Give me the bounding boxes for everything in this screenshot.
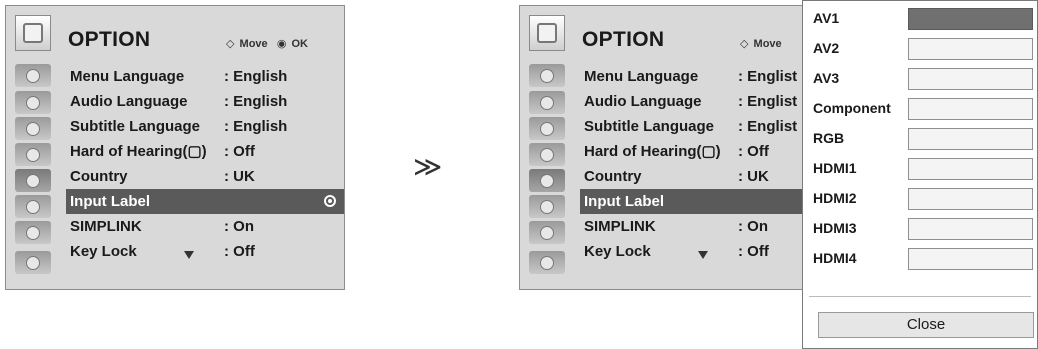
menu-item-key-lock[interactable]: Key Lock: Off: [66, 239, 344, 264]
input-label-field[interactable]: [908, 158, 1033, 180]
option-menu-icon: [15, 15, 51, 51]
screen-icon[interactable]: [15, 91, 51, 114]
category-sidebar: [6, 61, 58, 289]
screen-icon[interactable]: [529, 91, 565, 114]
input-label-field[interactable]: [908, 38, 1033, 60]
option-menu-panel: OPTION ◇ Move ◉ OK Menu Language: Englis…: [5, 5, 345, 290]
menu-item-menu-language[interactable]: Menu Language: English: [66, 64, 344, 89]
input-label-row-hdmi1[interactable]: HDMI1: [803, 153, 1037, 183]
input-label-row-hdmi4[interactable]: HDMI4: [803, 243, 1037, 273]
input-label-field[interactable]: [908, 8, 1033, 30]
input-label-popup: AV1 AV2 AV3 Component RGB HDMI1 HDMI2 HD…: [802, 0, 1038, 349]
navigation-hints: ◇ Move ◉ OK: [226, 37, 308, 50]
input-label-row-hdmi2[interactable]: HDMI2: [803, 183, 1037, 213]
close-button[interactable]: Close: [818, 312, 1034, 338]
menu-item-audio-language[interactable]: Audio Language: English: [66, 89, 344, 114]
input-label-row-hdmi3[interactable]: HDMI3: [803, 213, 1037, 243]
input-label-field[interactable]: [908, 68, 1033, 90]
menu-item-country[interactable]: Country: UK: [66, 164, 344, 189]
move-hint-right: Move: [753, 38, 782, 50]
menu-header: OPTION ◇ Move ◉ OK: [6, 6, 344, 61]
ok-hint: OK: [291, 38, 309, 50]
scroll-down-icon[interactable]: [698, 251, 708, 259]
ok-icon: ◉: [276, 38, 287, 50]
input-label-row-av1[interactable]: AV1: [803, 3, 1037, 33]
input-label-row-av2[interactable]: AV2: [803, 33, 1037, 63]
scroll-down-icon[interactable]: [184, 251, 194, 259]
picture-icon[interactable]: [15, 64, 51, 87]
usb-icon[interactable]: [15, 221, 51, 244]
selected-radio-icon: [324, 195, 336, 207]
menu-item-input-label[interactable]: Input Label: [66, 189, 344, 214]
category-sidebar-right: [520, 61, 572, 289]
simplink-icon[interactable]: [529, 251, 565, 274]
option-icon[interactable]: [15, 169, 51, 192]
transition-arrow: ≫: [413, 151, 443, 182]
input-label-field[interactable]: [908, 248, 1033, 270]
usb-icon[interactable]: [529, 221, 565, 244]
menu-item-subtitle-language[interactable]: Subtitle Language: English: [66, 114, 344, 139]
menu-title-right: OPTION: [582, 28, 665, 51]
menu-title: OPTION: [68, 28, 151, 51]
picture-icon[interactable]: [529, 64, 565, 87]
time-icon[interactable]: [529, 143, 565, 166]
option-list: Menu Language: English Audio Language: E…: [66, 64, 344, 264]
lock-icon[interactable]: [15, 195, 51, 218]
popup-divider: [809, 296, 1031, 297]
input-label-row-component[interactable]: Component: [803, 93, 1037, 123]
audio-icon[interactable]: [15, 117, 51, 140]
time-icon[interactable]: [15, 143, 51, 166]
input-label-field[interactable]: [908, 188, 1033, 210]
navigation-hints-right: ◇ Move: [740, 37, 782, 50]
input-label-field[interactable]: [908, 218, 1033, 240]
simplink-icon[interactable]: [15, 251, 51, 274]
input-label-row-rgb[interactable]: RGB: [803, 123, 1037, 153]
menu-item-simplink[interactable]: SIMPLINK: On: [66, 214, 344, 239]
lock-icon[interactable]: [529, 195, 565, 218]
input-label-row-av3[interactable]: AV3: [803, 63, 1037, 93]
move-icon: ◇: [226, 38, 235, 50]
option-menu-icon: [529, 15, 565, 51]
option-icon[interactable]: [529, 169, 565, 192]
audio-icon[interactable]: [529, 117, 565, 140]
input-label-field[interactable]: [908, 98, 1033, 120]
menu-item-hard-of-hearing[interactable]: Hard of Hearing(▢): Off: [66, 139, 344, 164]
move-hint: Move: [239, 38, 268, 50]
input-label-field[interactable]: [908, 128, 1033, 150]
move-icon: ◇: [740, 38, 749, 50]
